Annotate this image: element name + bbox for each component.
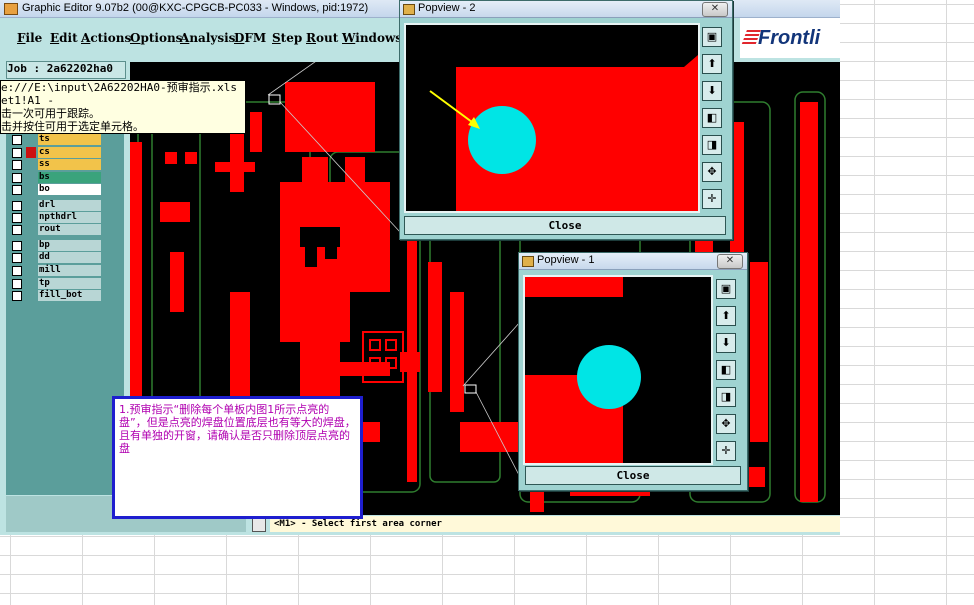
layer-name: dd — [38, 252, 101, 263]
popview-2-window: Popview - 2 ✕ ▣ ⬆ ⬇ ◧ ◨ ✥ ✛ Close — [399, 0, 733, 240]
layer-name: fill_bot — [38, 290, 101, 301]
layer-name: drl — [38, 200, 101, 211]
popview-2-title-bar: Popview - 2 ✕ — [400, 1, 732, 18]
popview-1-view[interactable] — [523, 275, 713, 465]
zoom-in-icon[interactable]: ⬆ — [702, 54, 722, 74]
popview-1-close-button[interactable]: Close — [525, 466, 741, 485]
menu-dfm[interactable]: DFM — [234, 31, 266, 45]
zoom-out-icon[interactable]: ⬇ — [702, 81, 722, 101]
menu-edit[interactable]: Edit — [50, 31, 78, 45]
frontline-logo: Frontli — [740, 18, 840, 58]
layer-checkbox[interactable] — [12, 253, 22, 263]
layer-checkbox[interactable] — [12, 291, 22, 301]
close-icon[interactable]: ✕ — [717, 254, 743, 269]
layer-name: tp — [38, 278, 101, 289]
layer-row-cs[interactable]: cs — [8, 147, 102, 158]
layer-row-tp[interactable]: tp — [8, 278, 102, 289]
layer-checkbox[interactable] — [12, 225, 22, 235]
zoom-in-icon[interactable]: ⬆ — [716, 306, 736, 326]
close-icon[interactable]: ✕ — [702, 2, 728, 17]
layer-row-bp[interactable]: bp — [8, 240, 102, 251]
layer-row-dd[interactable]: dd — [8, 252, 102, 263]
layer-checkbox[interactable] — [12, 279, 22, 289]
popview-2-artwork — [429, 55, 698, 211]
popview-2-close-button[interactable]: Close — [404, 216, 726, 235]
fit-icon[interactable]: ▣ — [716, 279, 736, 299]
hyperlink-tooltip: e:///E:\input\2A62202HA0-预审指示.xls - et1!… — [0, 80, 246, 134]
layer-checkbox[interactable] — [12, 148, 22, 158]
layer-row-bs[interactable]: bs — [8, 172, 102, 183]
layer-checkbox[interactable] — [12, 173, 22, 183]
layer-name: npthdrl — [38, 212, 101, 223]
layer-name: ss — [38, 159, 101, 170]
popview-2-view[interactable] — [404, 23, 700, 213]
active-layer-icon — [26, 147, 36, 158]
layer-row-drl[interactable]: drl — [8, 200, 102, 211]
layer-name: cs — [38, 147, 101, 158]
review-note: 1.预审指示“删除每个单板内图1所示点亮的盘”，但是点亮的焊盘位置底层也有等大的… — [112, 396, 363, 519]
zoom-out-icon[interactable]: ⬇ — [716, 333, 736, 353]
center-icon[interactable]: ✛ — [716, 441, 736, 461]
menu-file[interactable]: File — [17, 31, 42, 45]
layer-row-npthdrl[interactable]: npthdrl — [8, 212, 102, 223]
tooltip-line: 击一次可用于跟踪。 — [1, 107, 100, 120]
menu-step[interactable]: Step — [272, 31, 302, 45]
tooltip-line: 击并按住可用于选定单元格。 — [1, 120, 144, 133]
window-icon — [403, 4, 415, 15]
layer-checkbox[interactable] — [12, 185, 22, 195]
menu-rout[interactable]: Rout — [306, 31, 338, 45]
window-title: Graphic Editor 9.07b2 (00@KXC-CPGCB-PC03… — [22, 2, 369, 14]
layer-row-ss[interactable]: ss — [8, 159, 102, 170]
layer-row-bo[interactable]: bo — [8, 184, 102, 195]
layer-row-mill[interactable]: mill — [8, 265, 102, 276]
popview-1-window: Popview - 1 ✕ ▣ ⬆ ⬇ ◧ ◨ ✥ ✛ Close — [518, 252, 748, 491]
layer-row-rout[interactable]: rout — [8, 224, 102, 235]
pan-left-icon[interactable]: ◧ — [702, 108, 722, 128]
layer-name: mill — [38, 265, 101, 276]
tooltip-line: et1!A1 - — [1, 94, 54, 107]
logo-text: Frontli — [758, 27, 821, 49]
layer-row-fill_bot[interactable]: fill_bot — [8, 290, 102, 301]
menu-options[interactable]: Options — [130, 31, 182, 45]
popview-1-title-bar: Popview - 1 ✕ — [519, 253, 747, 270]
center-icon[interactable]: ✛ — [702, 189, 722, 209]
menu-windows[interactable]: Windows — [342, 31, 402, 45]
popview-1-artwork — [525, 277, 641, 463]
job-label: Job : 2a62202ha0 — [6, 61, 126, 79]
zoom-box-1 — [464, 384, 477, 394]
layer-list: ts cs ss bs bo drl npthdrl rout bp dd mill tp fill_b… — [6, 132, 124, 495]
popview-2-title: Popview - 2 — [418, 2, 476, 14]
layer-name: rout — [38, 224, 101, 235]
tooltip-line: e:///E:\input\2A62202HA0-预审指示.xls - — [1, 81, 246, 94]
layer-name: bs — [38, 172, 101, 183]
pan-right-icon[interactable]: ◨ — [716, 387, 736, 407]
fit-icon[interactable]: ▣ — [702, 27, 722, 47]
pan-right-icon[interactable]: ◨ — [702, 135, 722, 155]
layer-checkbox[interactable] — [12, 160, 22, 170]
layer-checkbox[interactable] — [12, 135, 22, 145]
layer-checkbox[interactable] — [12, 241, 22, 251]
command-icon[interactable] — [252, 518, 266, 532]
layer-checkbox[interactable] — [12, 266, 22, 276]
menu-actions[interactable]: Actions — [81, 31, 131, 45]
layer-name: bp — [38, 240, 101, 251]
layer-checkbox[interactable] — [12, 201, 22, 211]
menu-analysis[interactable]: Analysis — [180, 31, 235, 45]
layer-name: ts — [38, 134, 101, 145]
zoom-home-icon[interactable]: ✥ — [716, 414, 736, 434]
popview-1-title: Popview - 1 — [537, 254, 595, 266]
pan-left-icon[interactable]: ◧ — [716, 360, 736, 380]
zoom-home-icon[interactable]: ✥ — [702, 162, 722, 182]
layer-checkbox[interactable] — [12, 213, 22, 223]
layer-name: bo — [38, 184, 101, 195]
layer-row-ts[interactable]: ts — [8, 134, 102, 145]
window-icon — [522, 256, 534, 267]
app-icon — [4, 3, 18, 15]
